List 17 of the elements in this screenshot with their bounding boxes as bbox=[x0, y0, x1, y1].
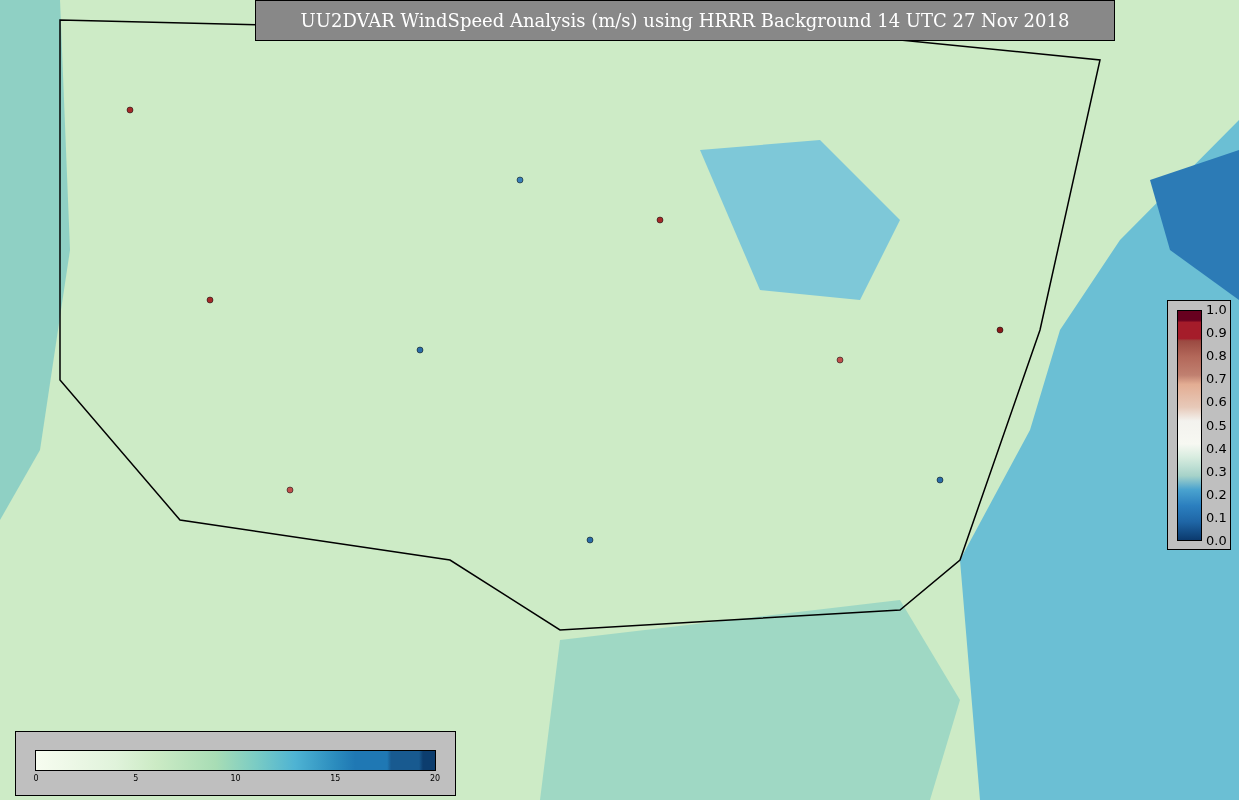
tick-label: 0.8 bbox=[1206, 348, 1227, 364]
tick-label: 0.6 bbox=[1206, 394, 1227, 410]
tick-label: 0.9 bbox=[1206, 325, 1227, 341]
tick-label: 0 bbox=[33, 774, 39, 784]
tick-label: 0.5 bbox=[1206, 417, 1227, 433]
tick-label: 0.3 bbox=[1206, 463, 1227, 479]
tick-label: 0.4 bbox=[1206, 440, 1227, 456]
tick-label: 10 bbox=[230, 774, 241, 784]
tick-label: 0.0 bbox=[1206, 533, 1227, 548]
map-title: UU2DVAR WindSpeed Analysis (m/s) using HRRR Background 14 UTC 27 Nov 2018 bbox=[255, 0, 1115, 41]
tick-label: 0.7 bbox=[1206, 371, 1227, 387]
tick-label: 0.2 bbox=[1206, 486, 1227, 502]
tick-label: 15 bbox=[330, 774, 341, 784]
tick-label: 5 bbox=[133, 774, 139, 784]
tick-label: 20 bbox=[429, 774, 441, 784]
tick-label: 1.0 bbox=[1206, 302, 1227, 317]
tick-label: 0.1 bbox=[1206, 509, 1227, 525]
